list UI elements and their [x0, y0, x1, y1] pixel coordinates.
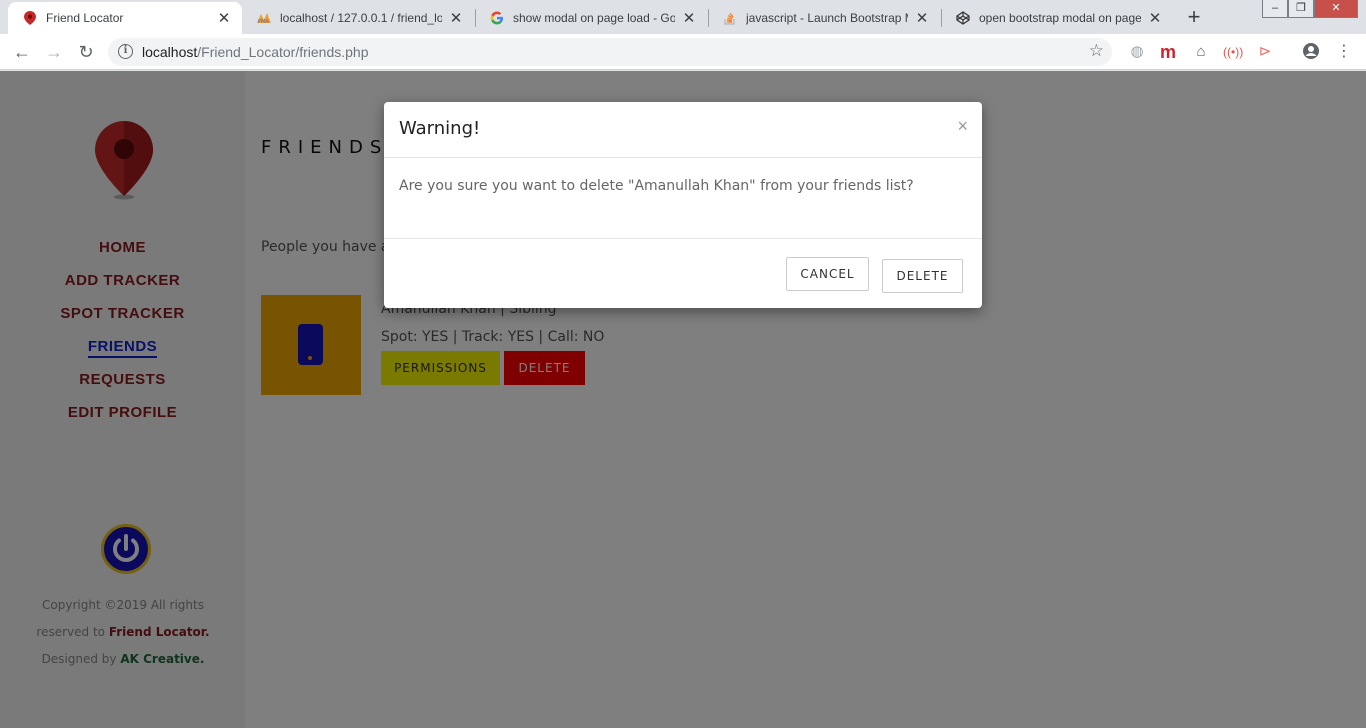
svg-text:PMA: PMA [258, 19, 269, 24]
play-extension-icon[interactable]: ⊳ [1255, 42, 1275, 62]
reload-icon[interactable]: ↻ [74, 40, 98, 64]
forward-icon[interactable]: → [42, 40, 66, 64]
back-icon[interactable]: ← [10, 40, 34, 64]
stackoverflow-icon [722, 10, 738, 26]
modal-header: Warning! × [384, 102, 982, 158]
window-close-button[interactable]: ✕ [1314, 0, 1358, 18]
profile-icon[interactable] [1301, 42, 1321, 62]
codepen-icon [955, 10, 971, 26]
modal-title: Warning! [399, 118, 481, 139]
phpmyadmin-icon: PMA [256, 10, 272, 26]
tab-title: open bootstrap modal on page [979, 11, 1141, 25]
close-icon[interactable]: ✕ [448, 9, 464, 27]
url-host: localhost [142, 44, 198, 60]
modal-message: Are you sure you want to delete "Amanull… [399, 178, 914, 194]
pin-icon [22, 10, 38, 26]
address-bar[interactable]: i localhost/Friend_Locator/friends.php ☆ [108, 38, 1112, 66]
tab-title: Friend Locator [46, 11, 124, 25]
url-text: localhost/Friend_Locator/friends.php [142, 44, 368, 60]
site-info-icon[interactable]: i [118, 44, 133, 59]
restore-button[interactable]: ❐ [1288, 0, 1314, 18]
close-icon[interactable]: ✕ [681, 9, 697, 27]
cast-extension-icon[interactable]: ((•)) [1223, 42, 1243, 62]
tab-bar: Friend Locator ✕ PMA localhost / 127.0.0… [0, 0, 1366, 34]
tab-title: localhost / 127.0.0.1 / friend_loc [280, 11, 442, 25]
globe-extension-icon[interactable]: ◍ [1127, 42, 1147, 62]
tab-title: show modal on page load - Goo [513, 11, 675, 25]
home-icon[interactable]: ⌂ [1191, 42, 1211, 62]
google-icon [489, 10, 505, 26]
tab-stackoverflow[interactable]: javascript - Launch Bootstrap M ✕ [708, 2, 940, 34]
close-icon[interactable]: ✕ [914, 9, 930, 27]
close-icon[interactable]: ✕ [216, 9, 232, 27]
tab-google[interactable]: show modal on page load - Goo ✕ [475, 2, 707, 34]
window-controls: – ❐ ✕ [1262, 0, 1358, 18]
confirm-delete-button[interactable]: DELETE [882, 259, 963, 293]
close-icon[interactable]: ✕ [1147, 9, 1163, 27]
browser-toolbar: ← → ↻ i localhost/Friend_Locator/friends… [0, 34, 1366, 70]
tab-title: javascript - Launch Bootstrap M [746, 11, 908, 25]
new-tab-button[interactable]: + [1180, 4, 1208, 32]
modal-footer: CANCEL DELETE [384, 238, 982, 308]
minimize-button[interactable]: – [1262, 0, 1288, 18]
m-extension-icon[interactable]: m [1158, 42, 1178, 62]
tab-codepen[interactable]: open bootstrap modal on page ✕ [941, 2, 1173, 34]
bookmark-star-icon[interactable]: ☆ [1089, 41, 1104, 61]
url-path: /Friend_Locator/friends.php [197, 44, 369, 60]
cancel-button[interactable]: CANCEL [786, 257, 869, 291]
tab-phpmyadmin[interactable]: PMA localhost / 127.0.0.1 / friend_loc ✕ [242, 2, 474, 34]
menu-dots-icon[interactable]: ⋮ [1334, 42, 1354, 62]
modal-close-button[interactable]: × [957, 116, 968, 137]
tab-friend-locator[interactable]: Friend Locator ✕ [8, 2, 242, 34]
delete-confirmation-modal: Warning! × Are you sure you want to dele… [384, 102, 982, 308]
